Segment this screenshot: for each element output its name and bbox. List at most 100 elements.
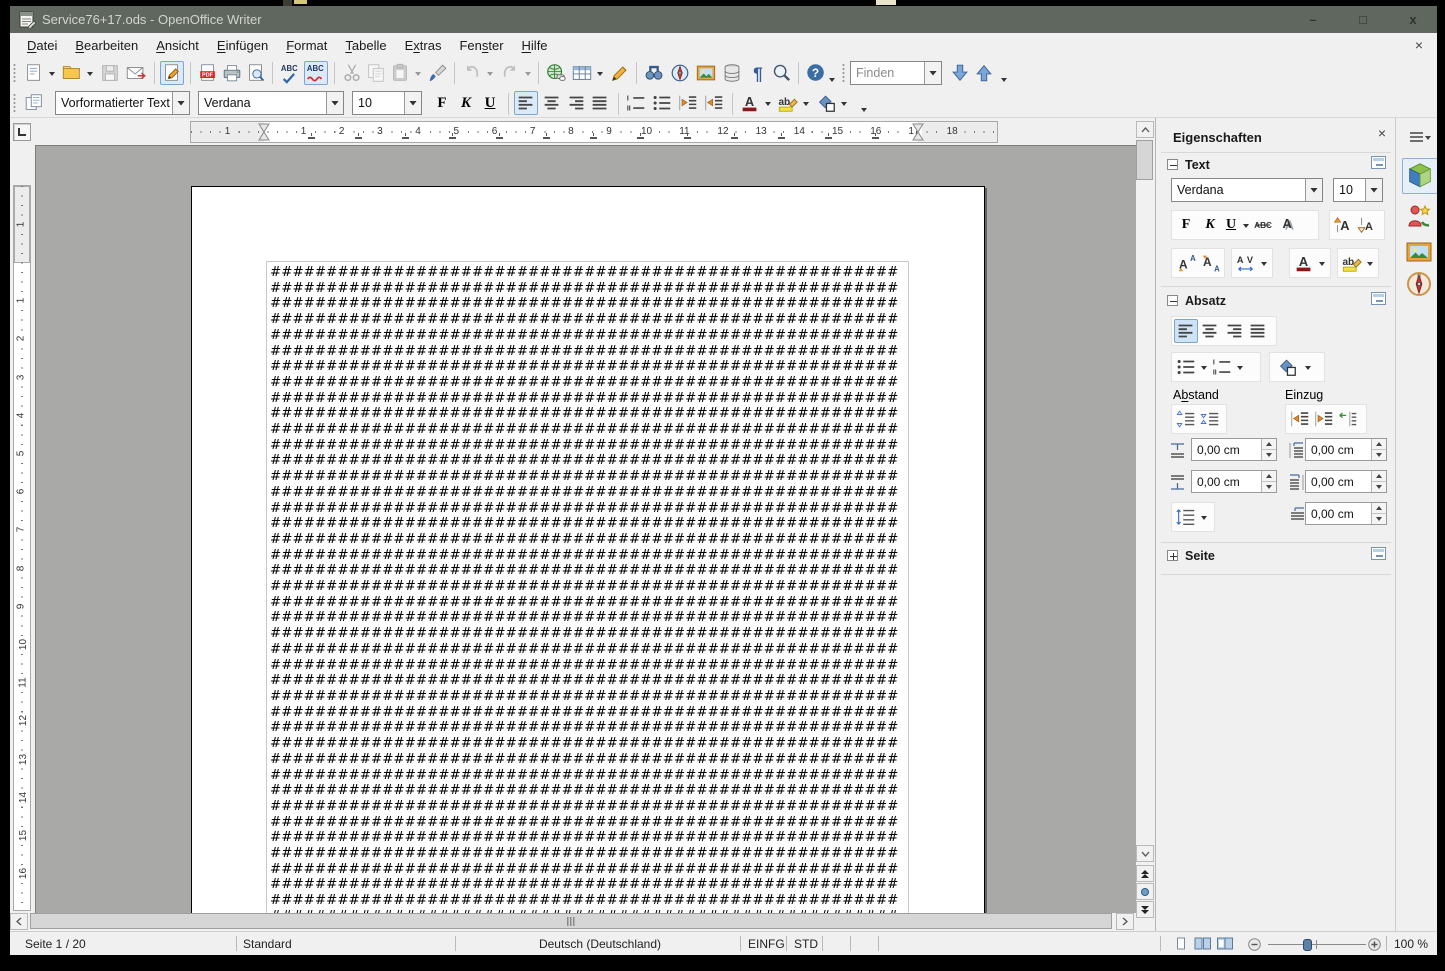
new-document-dropdown[interactable] — [46, 61, 57, 85]
menu-einfgen[interactable]: Einfügen — [208, 33, 277, 57]
data-sources-button[interactable] — [720, 61, 744, 85]
paste-dropdown[interactable] — [412, 61, 423, 85]
paragraph-section-collapse[interactable] — [1167, 295, 1178, 306]
zoom-slider-thumb[interactable] — [1303, 939, 1312, 951]
horizontal-scrollbar[interactable] — [10, 913, 1134, 931]
sidebar-tab-styles[interactable] — [1405, 202, 1435, 232]
autospellcheck-button[interactable]: ABC — [304, 61, 328, 85]
margin-marker[interactable] — [912, 123, 924, 141]
sidebar-highlighting-button[interactable]: ab — [1340, 251, 1364, 275]
paragraph-background-dropdown[interactable] — [1302, 355, 1314, 379]
sidebar-font-size-select[interactable]: 10 — [1333, 178, 1383, 202]
align-left-button[interactable] — [514, 91, 538, 115]
font-color-dropdown[interactable] — [762, 91, 773, 115]
sidebar-align-justify-button[interactable] — [1246, 319, 1270, 343]
menu-extras[interactable]: Extras — [396, 33, 451, 57]
italic-button[interactable]: K — [454, 91, 478, 115]
vertical-scrollbar[interactable] — [1136, 121, 1154, 919]
font-size-select[interactable]: 10 — [352, 91, 422, 115]
sidebar-bullet-list-button[interactable] — [1174, 355, 1198, 379]
paragraph-style-dropdown[interactable] — [172, 92, 189, 114]
navigation-button[interactable] — [1136, 883, 1154, 900]
sidebar-font-name-dropdown[interactable] — [1305, 179, 1322, 201]
vertical-scroll-thumb[interactable] — [1136, 140, 1153, 180]
document-canvas[interactable]: ########################################… — [35, 145, 1136, 913]
ruler-corner-button[interactable] — [13, 123, 31, 141]
next-page-button[interactable] — [1136, 901, 1154, 918]
sidebar-font-size-dropdown[interactable] — [1365, 179, 1382, 201]
sidebar-decrease-indent-button[interactable] — [1312, 407, 1336, 431]
increase-indent-button[interactable] — [702, 91, 726, 115]
view-multi-page-button[interactable] — [1194, 937, 1212, 954]
clone-formatting-button[interactable] — [426, 61, 450, 85]
indent-before-field[interactable]: 0,00 cm — [1305, 438, 1387, 461]
draw-functions-button[interactable] — [608, 61, 632, 85]
align-right-button[interactable] — [564, 91, 588, 115]
edit-mode-button[interactable] — [160, 61, 184, 85]
sidebar-align-right-button[interactable] — [1222, 319, 1246, 343]
menu-format[interactable]: Format — [277, 33, 336, 57]
find-toolbar-grip[interactable] — [842, 63, 845, 83]
vertical-ruler[interactable]: 112345678910111213141516 — [13, 185, 31, 911]
save-button[interactable] — [98, 61, 122, 85]
open-dropdown[interactable] — [84, 61, 95, 85]
status-language[interactable]: Deutsch (Deutschland) — [530, 937, 670, 951]
align-center-button[interactable] — [540, 91, 564, 115]
sidebar-font-color-button[interactable]: A — [1292, 251, 1316, 275]
minimize-button[interactable]: – — [1298, 12, 1328, 28]
sidebar-close-button[interactable]: × — [1374, 126, 1390, 142]
first-line-indent-field[interactable]: 0,00 cm — [1305, 502, 1387, 525]
previous-page-button[interactable] — [1136, 865, 1154, 882]
strikethrough-button[interactable]: ABC — [1252, 213, 1276, 237]
close-button[interactable]: x — [1398, 12, 1428, 28]
shadow-button[interactable]: AA — [1276, 213, 1300, 237]
find-next-button[interactable] — [948, 61, 972, 85]
character-spacing-button[interactable]: AV — [1234, 251, 1258, 275]
menu-ansicht[interactable]: Ansicht — [147, 33, 208, 57]
styles-window-button[interactable] — [22, 91, 46, 115]
status-page[interactable]: Seite 1 / 20 — [25, 937, 86, 951]
character-spacing-dropdown[interactable] — [1258, 251, 1270, 275]
highlighting-button[interactable]: ab — [776, 91, 800, 115]
sidebar-tab-properties[interactable] — [1402, 158, 1437, 194]
paste-button[interactable] — [388, 61, 412, 85]
find-replace-button[interactable] — [642, 61, 666, 85]
find-input[interactable]: Finden — [850, 61, 942, 85]
toolbar-grip[interactable] — [13, 93, 16, 113]
sidebar-align-center-button[interactable] — [1198, 319, 1222, 343]
print-button[interactable] — [220, 61, 244, 85]
horizontal-ruler[interactable]: 1123456789101112131415161718 — [190, 121, 998, 143]
sidebar-underline-button[interactable]: U — [1222, 213, 1240, 237]
sidebar-highlighting-dropdown[interactable] — [1364, 251, 1376, 275]
hyperlink-button[interactable] — [544, 61, 568, 85]
text-frame[interactable]: ########################################… — [266, 261, 909, 913]
spelling-button[interactable]: ABC — [278, 61, 302, 85]
new-document-button[interactable] — [22, 61, 46, 85]
superscript-button[interactable]: AA — [1174, 251, 1198, 275]
line-spacing-button[interactable] — [1174, 505, 1198, 529]
sidebar-bullet-list-dropdown[interactable] — [1198, 355, 1210, 379]
undo-dropdown[interactable] — [484, 61, 495, 85]
menu-bearbeiten[interactable]: Bearbeiten — [66, 33, 147, 57]
text-section-collapse[interactable] — [1167, 159, 1178, 170]
scroll-up-button[interactable] — [1136, 121, 1154, 138]
status-page-style[interactable]: Standard — [243, 937, 292, 951]
toolbar-grip[interactable] — [13, 63, 16, 83]
document-page[interactable]: ########################################… — [191, 186, 985, 913]
paragraph-background-button[interactable] — [1272, 355, 1302, 379]
menu-tabelle[interactable]: Tabelle — [336, 33, 395, 57]
increase-spacing-button[interactable] — [1174, 407, 1198, 431]
zoom-button[interactable] — [770, 61, 794, 85]
sidebar-align-left-button[interactable] — [1174, 319, 1198, 343]
sidebar-menu-button[interactable] — [1408, 130, 1432, 146]
align-justify-button[interactable] — [588, 91, 612, 115]
spacing-below-spinner[interactable] — [1261, 471, 1276, 492]
menu-datei[interactable]: Datei — [18, 33, 66, 57]
indent-before-spinner[interactable] — [1371, 439, 1386, 460]
scroll-left-button[interactable] — [10, 913, 28, 930]
hanging-indent-button[interactable] — [1336, 407, 1360, 431]
page-section-collapse[interactable] — [1167, 550, 1178, 561]
sidebar-tab-navigator[interactable]: N — [1405, 270, 1435, 300]
horizontal-scroll-thumb[interactable] — [30, 913, 1112, 929]
menu-hilfe[interactable]: Hilfe — [513, 33, 557, 57]
